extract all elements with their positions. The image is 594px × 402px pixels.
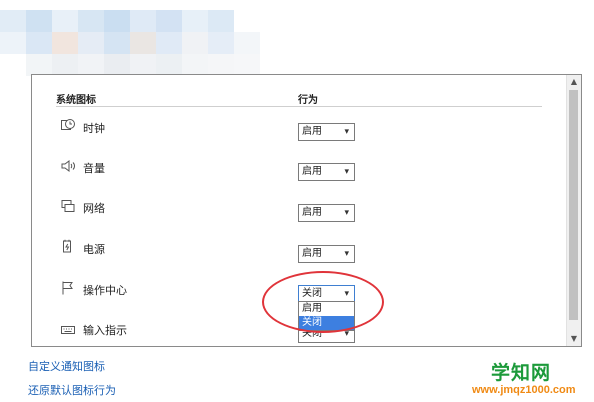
- restore-default-icon-behavior-link[interactable]: 还原默认图标行为: [28, 382, 116, 398]
- behavior-select-clock[interactable]: 启用 ▾: [298, 123, 355, 141]
- watermark-logo-text: 学知网: [491, 362, 552, 384]
- chevron-down-icon: ▾: [344, 127, 349, 137]
- row-label-input-indicator: 输入指示: [83, 324, 127, 337]
- vertical-scrollbar[interactable]: ▲ ▼: [566, 75, 581, 346]
- scrollbar-thumb[interactable]: [569, 90, 578, 320]
- row-label-power: 电源: [83, 243, 105, 256]
- flag-icon: [60, 280, 76, 296]
- customize-notification-icons-link[interactable]: 自定义通知图标: [28, 358, 105, 374]
- select-value: 启用: [302, 126, 322, 137]
- behavior-select-power[interactable]: 启用 ▾: [298, 245, 355, 263]
- scroll-down-arrow-icon[interactable]: ▼: [567, 332, 581, 346]
- scroll-up-arrow-icon[interactable]: ▲: [567, 75, 581, 89]
- watermark-url: www.jmqz1000.com: [472, 384, 576, 396]
- behavior-select-volume[interactable]: 启用 ▾: [298, 163, 355, 181]
- row-label-action-center: 操作中心: [83, 284, 127, 297]
- network-icon: [60, 198, 76, 214]
- annotation-circle: [262, 271, 384, 333]
- select-value: 启用: [302, 166, 322, 177]
- chevron-down-icon: ▾: [344, 208, 349, 218]
- row-label-clock: 时钟: [83, 122, 105, 135]
- row-label-volume: 音量: [83, 162, 105, 175]
- header-behavior: 行为: [298, 95, 318, 106]
- select-value: 启用: [302, 207, 322, 218]
- volume-icon: [60, 158, 76, 174]
- chevron-down-icon: ▾: [344, 249, 349, 259]
- row-label-network: 网络: [83, 202, 105, 215]
- select-value: 启用: [302, 248, 322, 259]
- behavior-select-network[interactable]: 启用 ▾: [298, 204, 355, 222]
- clock-icon: [60, 117, 76, 133]
- header-system-icons: 系统图标: [56, 95, 96, 106]
- chevron-down-icon: ▾: [344, 167, 349, 177]
- keyboard-icon: [60, 321, 76, 337]
- power-icon: [60, 239, 76, 255]
- header-divider: [56, 106, 542, 107]
